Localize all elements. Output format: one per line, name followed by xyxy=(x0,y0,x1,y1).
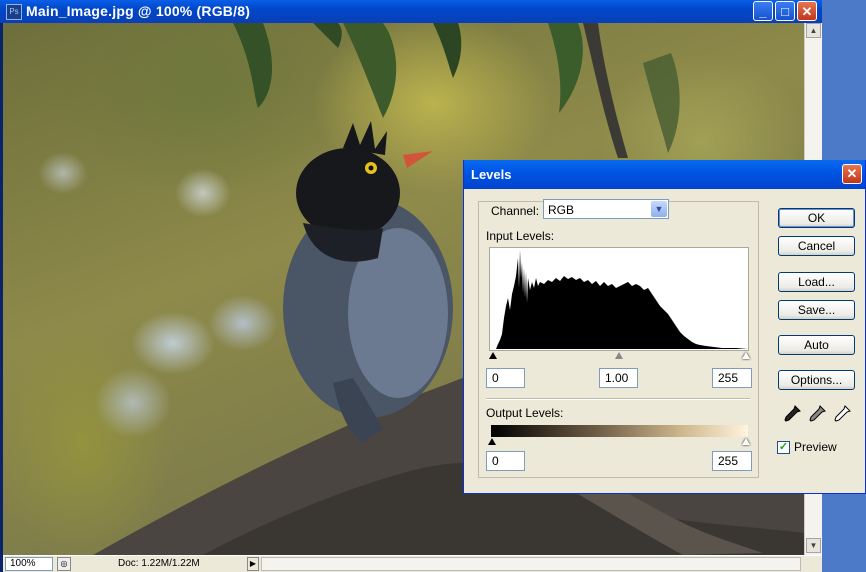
output-levels-label: Output Levels: xyxy=(486,406,564,420)
output-gradient-bar xyxy=(491,425,748,437)
cancel-button[interactable]: Cancel xyxy=(778,236,855,256)
load-button[interactable]: Load... xyxy=(778,272,855,292)
scroll-up-arrow-icon[interactable]: ▲ xyxy=(806,23,821,38)
scroll-down-arrow-icon[interactable]: ▼ xyxy=(806,538,821,553)
input-black-slider[interactable] xyxy=(489,352,497,359)
histogram-graph xyxy=(490,250,748,349)
output-white-slider[interactable] xyxy=(742,438,750,445)
input-gamma-field[interactable]: 1.00 xyxy=(599,368,638,388)
preview-checkbox[interactable]: ✓ xyxy=(777,441,790,454)
document-size-info: Doc: 1.22M/1.22M xyxy=(118,558,200,569)
chevron-down-icon[interactable]: ▼ xyxy=(651,201,667,217)
document-titlebar[interactable]: Ps Main_Image.jpg @ 100% (RGB/8) _ □ ✕ xyxy=(0,0,822,23)
input-white-slider[interactable] xyxy=(742,352,750,359)
gray-eyedropper-icon[interactable] xyxy=(807,404,827,424)
white-eyedropper-icon[interactable] xyxy=(832,404,852,424)
close-button[interactable]: ✕ xyxy=(797,1,817,21)
channel-label: Channel: xyxy=(491,204,540,218)
minimize-button[interactable]: _ xyxy=(753,1,773,21)
maximize-button[interactable]: □ xyxy=(775,1,795,21)
levels-title: Levels xyxy=(471,167,512,182)
levels-dialog: Levels ✕ Channel: RGB ▼ Input Levels: 0 … xyxy=(463,160,866,494)
input-levels-label: Input Levels: xyxy=(486,229,555,243)
zoom-field[interactable]: 100% xyxy=(5,557,53,571)
document-title: Main_Image.jpg @ 100% (RGB/8) xyxy=(26,3,251,19)
options-button[interactable]: Options... xyxy=(778,370,855,390)
channel-select[interactable]: RGB ▼ xyxy=(543,199,669,219)
status-bar: 100% ◎ Doc: 1.22M/1.22M ▶ xyxy=(3,555,822,572)
levels-separator xyxy=(486,398,750,400)
output-black-slider[interactable] xyxy=(488,438,496,445)
photoshop-app-icon: Ps xyxy=(6,4,22,20)
input-black-field[interactable]: 0 xyxy=(486,368,525,388)
output-white-field[interactable]: 255 xyxy=(712,451,752,471)
save-button[interactable]: Save... xyxy=(778,300,855,320)
status-info-icon[interactable]: ◎ xyxy=(57,557,71,571)
status-menu-arrow-icon[interactable]: ▶ xyxy=(247,557,259,571)
channel-value: RGB xyxy=(548,203,575,217)
black-eyedropper-icon[interactable] xyxy=(782,404,802,424)
output-black-field[interactable]: 0 xyxy=(486,451,525,471)
levels-titlebar[interactable]: Levels ✕ xyxy=(464,160,865,189)
auto-button[interactable]: Auto xyxy=(778,335,855,355)
input-white-field[interactable]: 255 xyxy=(712,368,752,388)
horizontal-scrollbar[interactable] xyxy=(261,557,801,571)
histogram xyxy=(489,247,749,351)
ok-button[interactable]: OK xyxy=(778,208,855,228)
preview-label[interactable]: Preview xyxy=(794,440,837,454)
levels-close-button[interactable]: ✕ xyxy=(842,164,862,184)
input-gamma-slider[interactable] xyxy=(615,352,623,359)
